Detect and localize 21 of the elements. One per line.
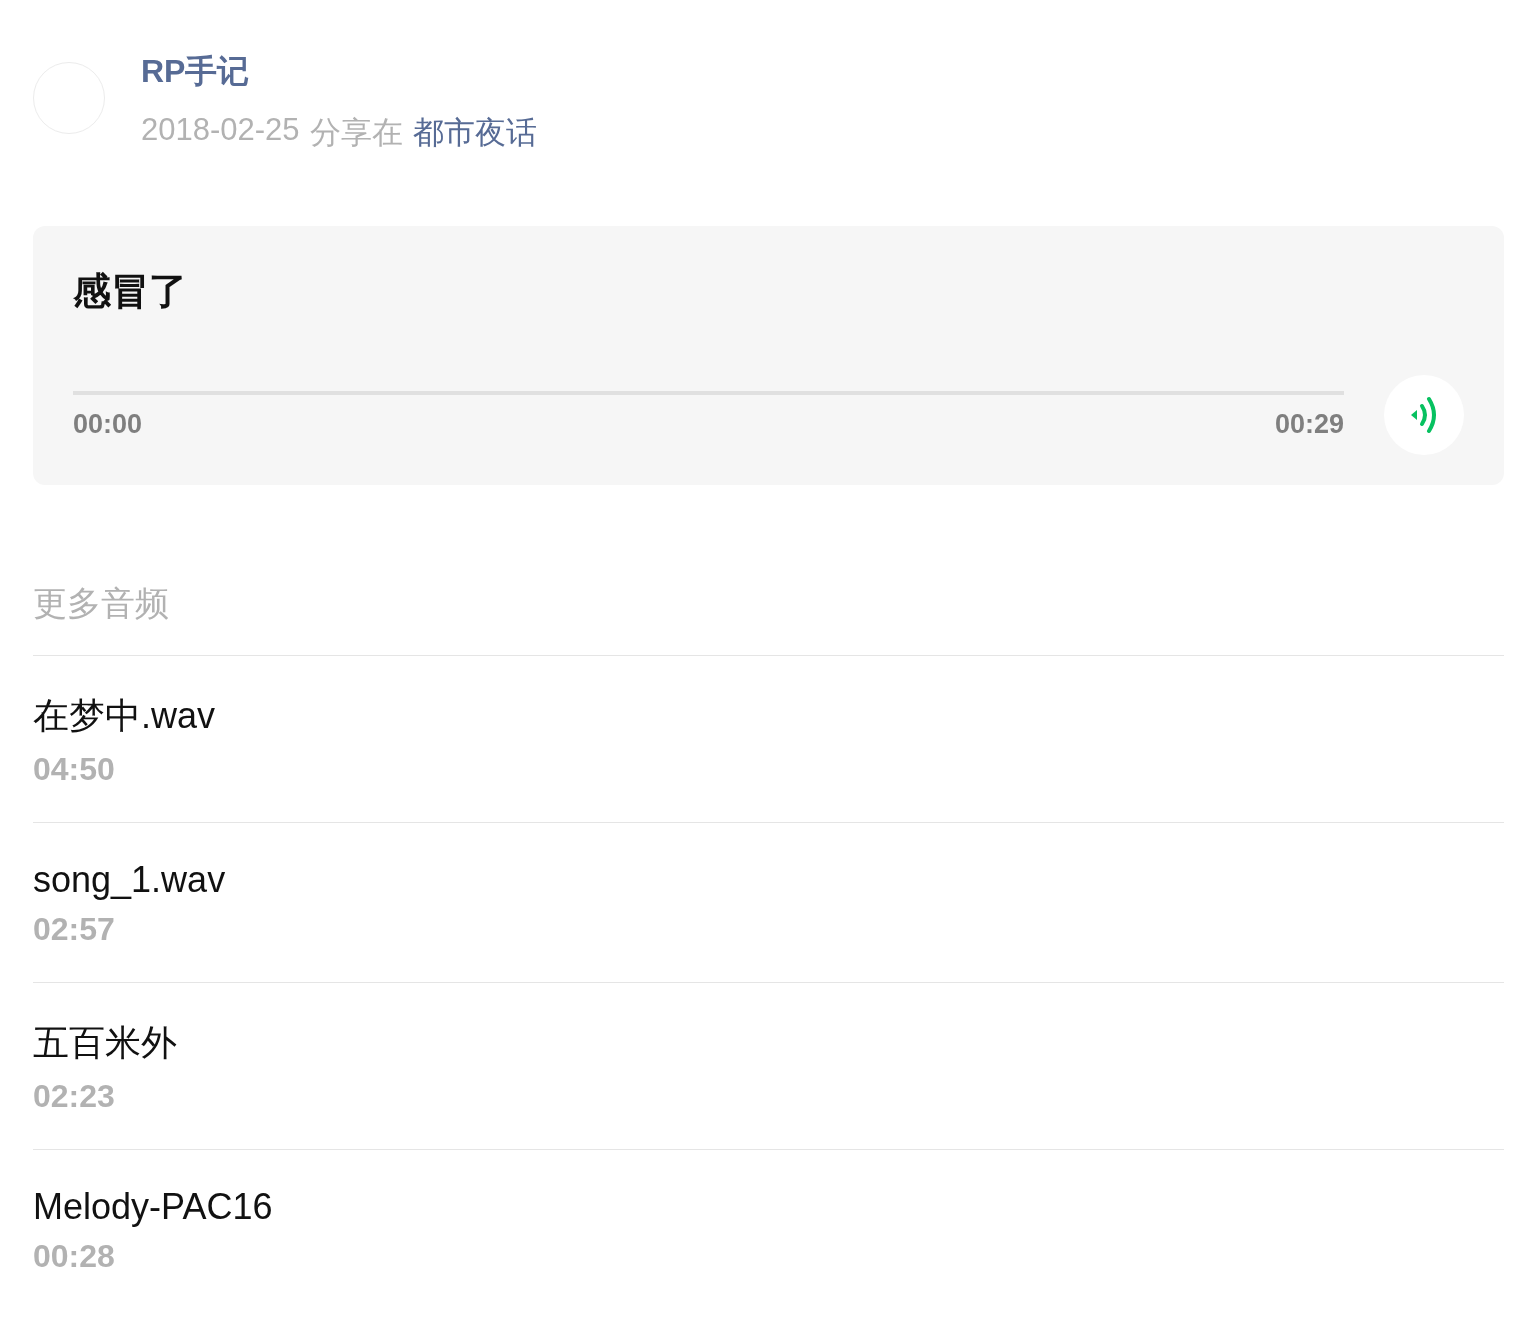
audio-item-duration: 04:50 [33,751,116,788]
audio-item-duration: 02:23 [33,1078,116,1115]
share-date: 2018-02-25 [141,112,300,149]
author-name[interactable]: RP手记 [141,50,537,94]
audio-item-duration: 00:28 [33,1238,116,1275]
audio-list-item[interactable]: 在梦中.wav 04:50 [33,656,1504,823]
audio-list-item[interactable]: song_1.wav 02:57 [33,823,1504,983]
audio-item-title: Melody-PAC16 [33,1186,274,1228]
audio-item-duration: 02:57 [33,911,116,948]
elapsed-time: 00:00 [73,408,143,440]
audio-title: 感冒了 [73,269,188,314]
sound-waves-icon [1409,395,1439,435]
audio-list-item[interactable]: 五百米外 02:23 [33,983,1504,1150]
audio-item-title: song_1.wav [33,859,227,901]
channel-link[interactable]: 都市夜话 [412,112,537,154]
audio-item-title: 在梦中.wav [33,694,217,738]
audio-list-item[interactable]: Melody-PAC16 00:28 [33,1150,1504,1309]
shared-label: 分享在 [309,114,403,152]
total-time: 00:29 [1274,408,1344,440]
audio-item-title: 五百米外 [33,1021,178,1065]
section-heading: 更多音频 [33,581,1504,656]
